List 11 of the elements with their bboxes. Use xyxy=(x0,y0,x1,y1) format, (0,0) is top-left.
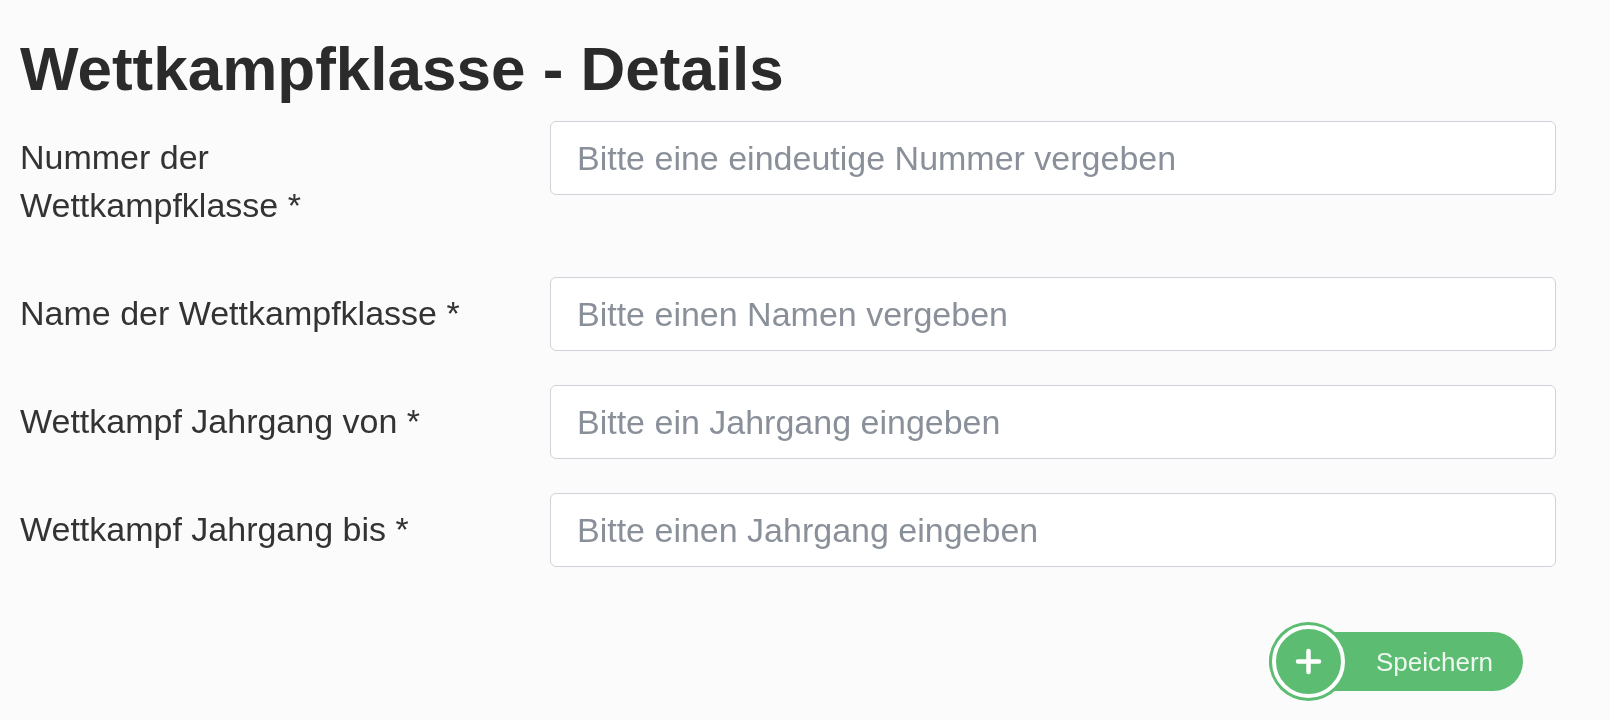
input-field[interactable]: Bitte eine eindeutige Nummer vergeben xyxy=(550,121,1556,195)
page-title: Wettkampfklasse - Details xyxy=(20,33,784,105)
field-label: Wettkampf Jahrgang von * xyxy=(20,401,421,442)
input-field[interactable]: Bitte ein Jahrgang eingeben xyxy=(550,385,1556,459)
input-field[interactable]: Bitte einen Namen vergeben xyxy=(550,277,1556,351)
plus-icon xyxy=(1268,622,1348,701)
input-field[interactable]: Bitte einen Jahrgang eingeben xyxy=(550,493,1556,567)
save-button[interactable]: Speichern xyxy=(1268,622,1523,701)
field-label: Nummer der Wettkampfklasse * xyxy=(20,137,302,226)
field-label: Wettkampf Jahrgang bis * xyxy=(20,509,409,550)
field-label: Name der Wettkampfklasse * xyxy=(20,293,460,334)
